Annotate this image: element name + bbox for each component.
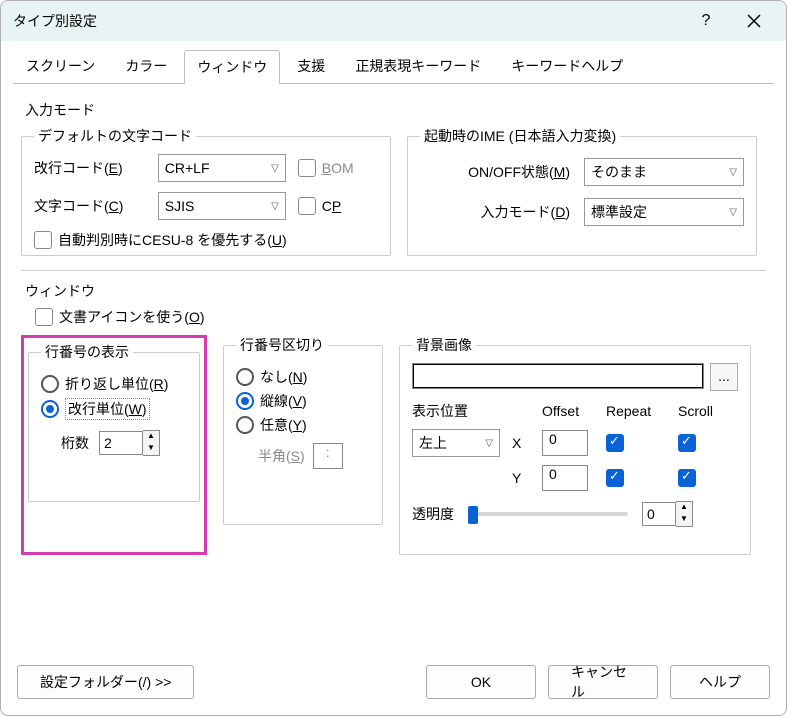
sep-any-radio[interactable]: 任意(Y) (236, 415, 370, 435)
doc-icon-checkbox[interactable]: 文書アイコンを使う(O) (35, 307, 766, 327)
ime-onoff-label: ON/OFF状態(M) (420, 162, 570, 182)
titlebar: タイプ別設定 ? (1, 1, 786, 41)
bg-y-label: Y (512, 470, 530, 486)
half-input: : (313, 443, 343, 469)
bg-image-legend: 背景画像 (412, 335, 476, 355)
tabs: スクリーン カラー ウィンドウ 支援 正規表現キーワード キーワードヘルプ (1, 41, 786, 83)
bg-browse-button[interactable]: ... (710, 363, 738, 391)
ime-mode-label: 入力モード(D) (420, 202, 570, 222)
sep-none-radio[interactable]: なし(N) (236, 367, 370, 387)
line-separator-group: 行番号区切り なし(N) 縦線(V) 任意(Y) 半角(S) : (223, 335, 383, 525)
line-number-legend: 行番号の表示 (41, 342, 133, 362)
spin-up-icon[interactable]: ▲ (676, 502, 692, 514)
ime-onoff-combo[interactable]: そのまま▽ (584, 158, 744, 186)
bg-repeat-label: Repeat (606, 403, 666, 419)
chevron-down-icon: ▽ (271, 163, 279, 174)
chevron-down-icon: ▽ (271, 201, 279, 212)
help-button[interactable]: ? (686, 1, 726, 41)
bg-path-input[interactable] (412, 363, 704, 389)
spin-down-icon[interactable]: ▼ (143, 443, 159, 455)
bg-y-repeat-checkbox[interactable] (606, 469, 624, 487)
bg-x-scroll-checkbox[interactable] (678, 434, 696, 452)
bg-y-input[interactable]: 0 (542, 465, 588, 491)
tab-screen[interactable]: スクリーン (13, 49, 108, 83)
tab-keyword-help[interactable]: キーワードヘルプ (498, 49, 636, 83)
wrap-unit-radio[interactable]: 折り返し単位(R) (41, 374, 187, 394)
bg-transparency-slider[interactable] (468, 506, 628, 522)
tab-regex[interactable]: 正規表現キーワード (342, 49, 494, 83)
spin-down-icon[interactable]: ▼ (676, 514, 692, 526)
sep-vline-radio[interactable]: 縦線(V) (236, 391, 370, 411)
cp-checkbox[interactable]: CP (298, 197, 378, 215)
newline-code-combo[interactable]: CR+LF▽ (158, 154, 286, 182)
cancel-button[interactable]: キャンセル (548, 665, 658, 699)
digits-input[interactable] (99, 431, 143, 455)
window-section-label: ウィンドウ (25, 281, 766, 301)
input-mode-label: 入力モード (25, 100, 766, 120)
spin-up-icon[interactable]: ▲ (143, 431, 159, 443)
ok-button[interactable]: OK (426, 665, 536, 699)
bg-x-label: X (512, 435, 530, 451)
chevron-down-icon: ▽ (729, 167, 737, 178)
startup-ime-group: 起動時のIME (日本語入力変換) ON/OFF状態(M) そのまま▽ 入力モー… (407, 126, 757, 256)
line-separator-legend: 行番号区切り (236, 335, 328, 355)
startup-ime-legend: 起動時のIME (日本語入力変換) (420, 126, 620, 146)
bg-transparency-spinner[interactable]: ▲▼ (642, 501, 693, 527)
charset-label: 文字コード(C) (34, 196, 148, 216)
bg-transparency-label: 透明度 (412, 504, 454, 524)
bg-x-repeat-checkbox[interactable] (606, 434, 624, 452)
newline-unit-radio[interactable]: 改行単位(W) (41, 398, 187, 420)
bg-scroll-label: Scroll (678, 403, 738, 419)
digits-spinner[interactable]: ▲▼ (99, 430, 160, 456)
cesu8-checkbox[interactable]: 自動判別時にCESU-8 を優先する(U) (34, 230, 378, 250)
default-charset-legend: デフォルトの文字コード (34, 126, 196, 146)
newline-code-label: 改行コード(E) (34, 158, 148, 178)
tab-window[interactable]: ウィンドウ (184, 50, 280, 84)
charset-combo[interactable]: SJIS▽ (158, 192, 286, 220)
window-title: タイプ別設定 (13, 11, 678, 31)
bg-y-scroll-checkbox[interactable] (678, 469, 696, 487)
bg-image-group: 背景画像 ... 表示位置 Offset Repeat Scroll 左上▽ X… (399, 335, 751, 555)
close-button[interactable] (734, 1, 774, 41)
tab-assist[interactable]: 支援 (284, 49, 338, 83)
half-label: 半角(S) (258, 446, 305, 466)
bg-x-input[interactable]: 0 (542, 430, 588, 456)
bom-checkbox: BOM (298, 159, 378, 177)
bg-pos-label: 表示位置 (412, 401, 500, 421)
settings-folder-button[interactable]: 設定フォルダー(/) >> (17, 665, 194, 699)
bg-pos-combo[interactable]: 左上▽ (412, 429, 500, 457)
line-number-group: 行番号の表示 折り返し単位(R) 改行単位(W) 桁数 ▲▼ (28, 342, 200, 502)
bg-offset-label: Offset (542, 403, 594, 419)
bg-transparency-input[interactable] (642, 502, 676, 526)
line-number-highlight: 行番号の表示 折り返し単位(R) 改行単位(W) 桁数 ▲▼ (21, 335, 207, 555)
ime-mode-combo[interactable]: 標準設定▽ (584, 198, 744, 226)
tab-color[interactable]: カラー (112, 49, 180, 83)
close-icon (747, 14, 761, 28)
help-button-footer[interactable]: ヘルプ (670, 665, 770, 699)
default-charset-group: デフォルトの文字コード 改行コード(E) CR+LF▽ BOM 文字コード(C)… (21, 126, 391, 256)
digits-label: 桁数 (61, 433, 89, 453)
chevron-down-icon: ▽ (729, 207, 737, 218)
chevron-down-icon: ▽ (485, 438, 493, 449)
